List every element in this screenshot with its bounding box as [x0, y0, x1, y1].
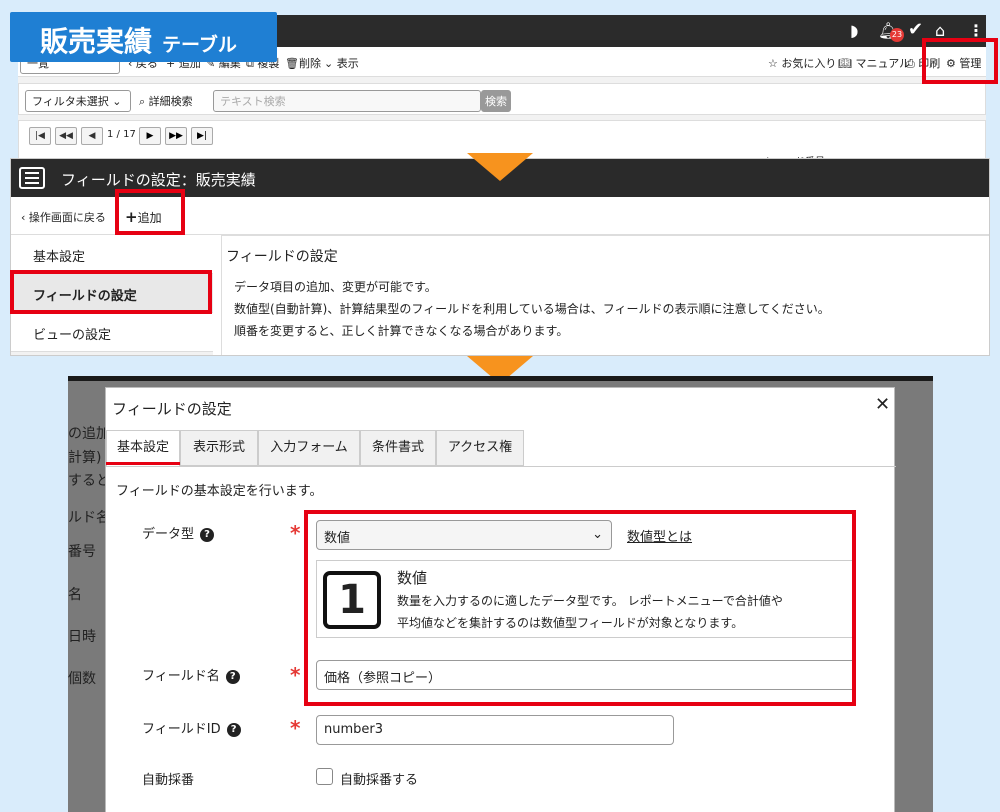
add-highlight-box — [115, 189, 185, 235]
delete-button[interactable]: 🗑︎削除 — [285, 55, 321, 71]
filter-select-value: フィルタ未選択 — [32, 95, 109, 108]
advanced-search-label: 詳細検索 — [148, 95, 193, 108]
favorites-label: お気に入り — [781, 57, 837, 70]
dialog-description: フィールドの基本設定を行います。 — [116, 484, 323, 499]
next-page-icon[interactable]: ▶ — [139, 127, 161, 145]
manual-label: マニュアル — [855, 57, 911, 70]
background-text: 日時 — [68, 629, 96, 645]
field-settings-highlight-box — [10, 270, 212, 314]
field-name-label: フィールド名? — [142, 665, 240, 684]
prev-page-icon[interactable]: ◀ — [81, 127, 103, 145]
help-icon[interactable]: ? — [226, 723, 241, 737]
filter-select[interactable]: フィルタ未選択 ⌄ — [25, 90, 131, 112]
field-id-label: フィールドID? — [142, 718, 241, 737]
field-settings-screen-panel: フィールドの設定：販売実績 ‹ 操作画面に戻る +追加 基本設定 フィールドの設… — [10, 158, 990, 356]
tab-input-form[interactable]: 入力フォーム — [258, 430, 360, 466]
data-type-label-text: データ型 — [142, 527, 195, 542]
table-title-badge: 販売実績 テーブル — [10, 12, 277, 62]
required-mark: * — [290, 663, 301, 687]
last-page-icon[interactable]: ▶| — [191, 127, 213, 145]
help-icon[interactable]: ? — [200, 528, 215, 542]
auto-number-label: 自動採番 — [142, 773, 195, 788]
background-text: すると — [68, 473, 110, 489]
close-icon[interactable]: ✕ — [875, 394, 890, 415]
help-icon[interactable]: ? — [225, 670, 240, 684]
required-mark: * — [290, 521, 301, 545]
admin-highlight-box — [922, 38, 998, 84]
prev-10-icon[interactable]: ◀◀ — [55, 127, 77, 145]
content-line-1: データ項目の追加、変更が可能です。 — [234, 280, 437, 294]
auto-number-checkbox-label[interactable]: 自動採番する — [340, 769, 418, 788]
field-name-label-text: フィールド名 — [142, 669, 220, 684]
search-button[interactable]: 検索 — [481, 90, 511, 112]
background-text: ルド名 — [68, 510, 110, 526]
field-id-label-text: フィールドID — [142, 722, 221, 737]
background-text: 番号 — [68, 544, 96, 560]
field-settings-content: フィールドの設定 データ項目の追加、変更が可能です。 数値型(自動計算)、計算結… — [221, 235, 989, 355]
favorites-button[interactable]: ☆ お気に入り — [768, 55, 836, 71]
next-10-icon[interactable]: ▶▶ — [165, 127, 187, 145]
page-indicator: 1 / 17 — [107, 129, 136, 140]
hamburger-menu-icon[interactable] — [19, 167, 45, 189]
notification-count-badge: 23 — [890, 28, 904, 42]
title-badge-main: 販売実績 — [40, 25, 153, 58]
content-line-2: 数値型(自動計算)、計算結果型のフィールドを利用している場合は、フィールドの表示… — [234, 302, 830, 316]
background-text: 名 — [68, 587, 82, 603]
field-id-input[interactable]: number3 — [316, 715, 674, 745]
manual-button[interactable]: 📖︎ マニュアル — [838, 55, 910, 71]
required-mark: * — [290, 716, 301, 740]
bookmark-shield-icon[interactable]: ◗ — [850, 21, 858, 40]
title-badge-sub: テーブル — [162, 34, 237, 56]
advanced-search-button[interactable]: ⌕ 詳細検索 — [139, 93, 193, 109]
down-arrow-icon — [467, 153, 533, 181]
dark-header-strip — [68, 376, 933, 381]
dialog-title: フィールドの設定 — [112, 400, 232, 418]
display-button[interactable]: ⌄ 表示 — [324, 55, 359, 71]
auto-number-checkbox[interactable] — [316, 768, 333, 785]
field-settings-title: フィールドの設定：販売実績 — [61, 171, 256, 189]
tab-access[interactable]: アクセス権 — [436, 430, 524, 466]
display-label: 表示 — [336, 57, 359, 70]
content-heading: フィールドの設定 — [226, 249, 338, 265]
data-type-highlight-box — [304, 510, 856, 706]
background-text: 計算) — [68, 450, 102, 466]
active-tab-underline — [106, 462, 190, 465]
sidebar-item-views[interactable]: ビューの設定 — [11, 313, 213, 352]
content-line-3: 順番を変更すると、正しく計算できなくなる場合があります。 — [234, 324, 569, 338]
text-search-input[interactable]: テキスト検索 — [213, 90, 481, 112]
first-page-icon[interactable]: |◀ — [29, 127, 51, 145]
sidebar-item-basic[interactable]: 基本設定 — [11, 235, 213, 274]
check-icon[interactable]: ✔ — [908, 19, 923, 40]
tab-basic[interactable]: 基本設定 — [106, 430, 180, 466]
tab-conditional-format[interactable]: 条件書式 — [360, 430, 436, 466]
background-text: 個数 — [68, 671, 96, 687]
background-text: の追加 — [68, 426, 110, 442]
delete-label: 削除 — [298, 57, 321, 70]
tab-display-format[interactable]: 表示形式 — [180, 430, 258, 466]
data-type-label: データ型? — [142, 523, 215, 542]
back-to-operation-button[interactable]: ‹ 操作画面に戻る — [21, 209, 106, 225]
back-to-operation-label: 操作画面に戻る — [28, 211, 106, 224]
filter-row: フィルタ未選択 ⌄ ⌕ 詳細検索 テキスト検索 検索 — [18, 83, 986, 115]
